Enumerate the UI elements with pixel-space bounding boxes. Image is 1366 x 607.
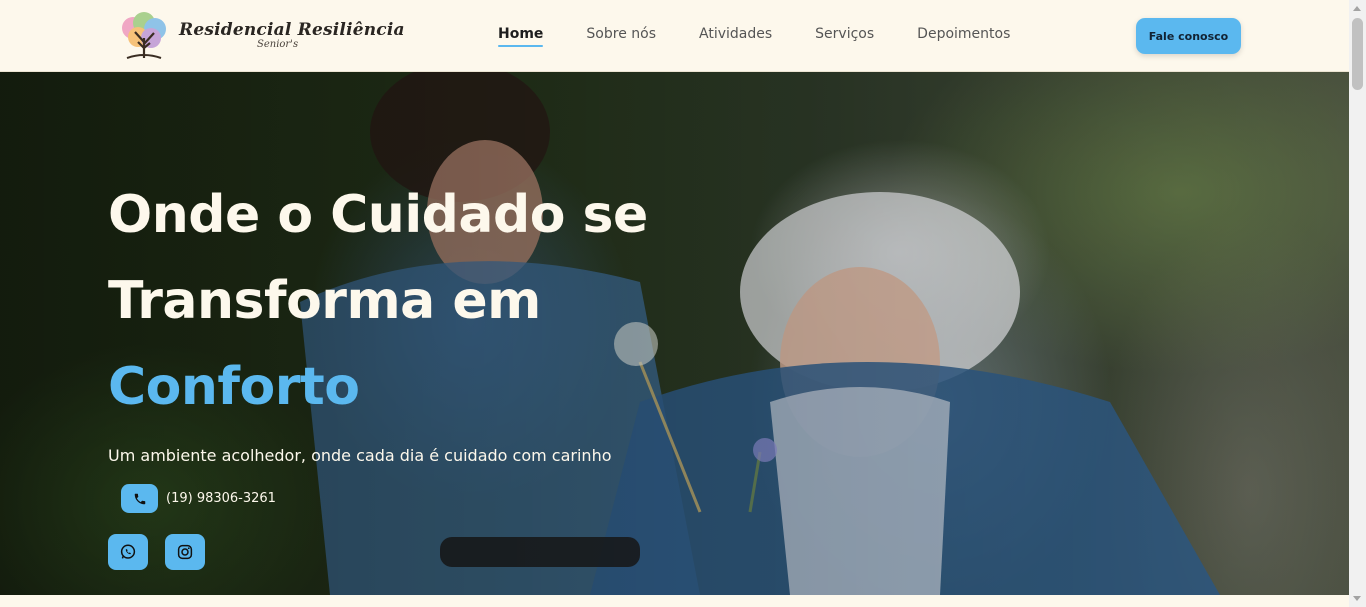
whatsapp-icon[interactable] (108, 534, 148, 570)
headline-accent: Conforto (108, 357, 360, 417)
hero-headline: Onde o Cuidado se Transforma em Conforto (108, 172, 648, 430)
hero-content: Onde o Cuidado se Transforma em Conforto… (108, 172, 648, 465)
social-links (108, 534, 222, 570)
main-nav: Home Sobre nós Atividades Serviços Depoi… (498, 26, 1053, 47)
scroll-down-arrow-icon[interactable] (1353, 596, 1361, 601)
logo-title: Residencial Resiliência (179, 20, 405, 40)
next-section-edge (0, 595, 1349, 607)
instagram-icon[interactable] (165, 534, 205, 570)
nav-item-home[interactable]: Home (498, 26, 544, 47)
hero-subtitle: Um ambiente acolhedor, onde cada dia é c… (108, 446, 612, 465)
scroll-thumb[interactable] (1352, 18, 1363, 90)
hero-section: Onde o Cuidado se Transforma em Conforto… (0, 72, 1349, 595)
phone-number[interactable]: (19) 98306-3261 (166, 491, 276, 506)
headline-line-1: Onde o Cuidado se (108, 185, 648, 245)
logo[interactable]: Residencial Resiliência Senior's (113, 12, 405, 60)
phone-contact[interactable]: (19) 98306-3261 (121, 484, 276, 513)
logo-subtitle: Senior's (257, 39, 299, 50)
contact-button[interactable]: Fale conosco (1136, 18, 1241, 54)
scroll-up-arrow-icon[interactable] (1353, 6, 1361, 11)
nav-item-atividades[interactable]: Atividades (699, 26, 772, 42)
nav-item-servicos[interactable]: Serviços (815, 26, 874, 42)
phone-icon[interactable] (121, 484, 158, 513)
headline-line-2: Transforma em (108, 271, 541, 331)
tree-logo-icon (122, 12, 166, 59)
page-scrollbar[interactable] (1349, 0, 1366, 607)
nav-item-sobre[interactable]: Sobre nós (586, 26, 656, 42)
site-header: Residencial Resiliência Senior's Home So… (0, 0, 1349, 72)
nav-item-depoimentos[interactable]: Depoimentos (917, 26, 1010, 42)
